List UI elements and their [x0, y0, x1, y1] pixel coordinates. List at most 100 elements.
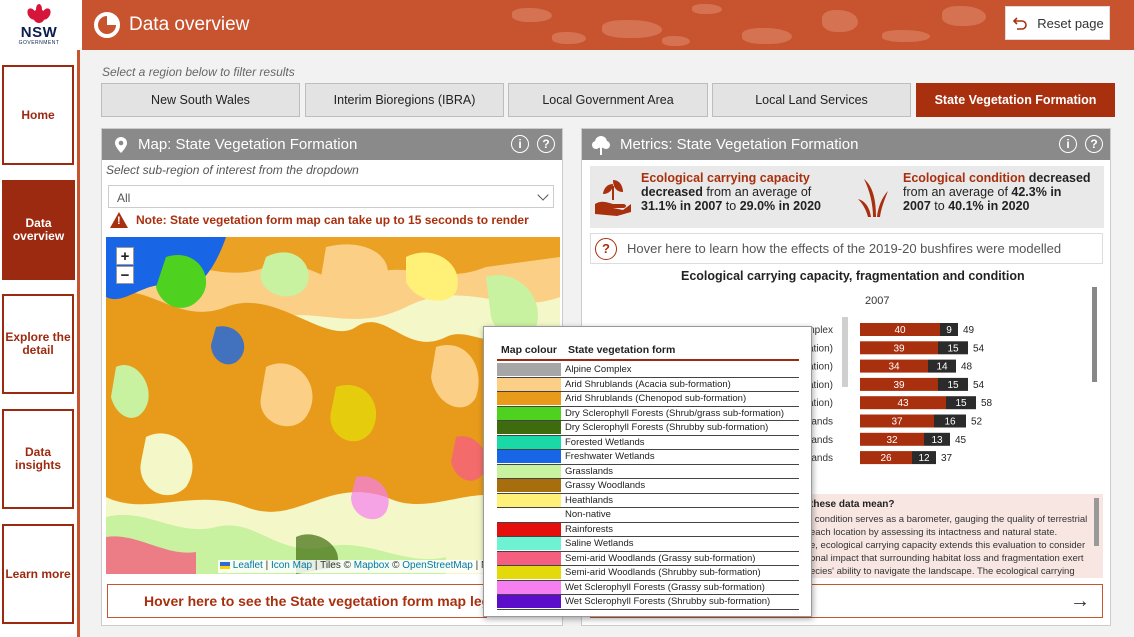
osm-link[interactable]: OpenStreetMap [402, 560, 473, 571]
legend-label: Grassy Woodlands [565, 480, 646, 492]
legend-hover-prompt[interactable]: Hover here to see the State vegetation f… [107, 584, 487, 618]
warning-text: Note: State vegetation form map can take… [136, 213, 529, 227]
page-title: Data overview [129, 14, 250, 35]
mapbox-link[interactable]: Mapbox [354, 560, 390, 571]
nav-learn-more[interactable]: Learn more [2, 524, 74, 624]
tab-local-land-services[interactable]: Local Land Services [712, 83, 911, 117]
bar-value-label: 34 [888, 362, 900, 373]
top-bar: NSW GOVERNMENT Data overview Reset page [0, 0, 1134, 50]
nav-data-insights[interactable]: Data insights [2, 409, 74, 509]
category-label: lands [809, 453, 833, 464]
legend-swatch [497, 508, 561, 522]
nav-explore-detail[interactable]: Explore the detail [2, 294, 74, 394]
bar-value-label: 26 [880, 453, 892, 464]
bar-value-label: 39 [893, 343, 905, 354]
arrow-right-icon: → [1070, 590, 1090, 612]
legend-label: Arid Shrublands (Chenopod sub-formation) [565, 393, 747, 405]
dropdown-value: All [117, 191, 131, 205]
bar-value-label: 16 [944, 417, 956, 428]
bushfire-info-prompt[interactable]: ? Hover here to learn how the effects of… [590, 233, 1103, 264]
legend-swatch [497, 450, 561, 464]
legend-label: Heathlands [565, 494, 614, 506]
legend-row: Semi-arid Woodlands (Shrubby sub-formati… [497, 566, 799, 581]
bar-value-label: 43 [897, 398, 909, 409]
capacity-heading: Ecological carrying capacity [641, 171, 810, 185]
legend-swatch [497, 580, 561, 594]
reset-page-button[interactable]: Reset page [1005, 6, 1110, 40]
legend-swatch [497, 479, 561, 493]
subregion-dropdown[interactable]: All [108, 185, 554, 208]
nav-label: Learn more [5, 566, 71, 581]
legend-row: Grassy Woodlands [497, 479, 799, 494]
legend-row: Dry Sclerophyll Forests (Shrubby sub-for… [497, 421, 799, 436]
tab-label: Local Government Area [542, 93, 674, 107]
legend-row: Alpine Complex [497, 363, 799, 378]
interp-line: l condition serves as a barometer, gaugi… [810, 514, 1088, 525]
condition-metric-text: Ecological condition decreased from an a… [903, 171, 1091, 213]
legend-label: Rainforests [565, 523, 614, 535]
chevron-down-icon [537, 189, 549, 201]
zoom-out-button[interactable]: − [116, 266, 134, 284]
interpretation-heading: these data mean? [810, 499, 895, 510]
legend-swatch [497, 464, 561, 478]
interp-line: ecies' ability to navigate the landscape… [810, 566, 1075, 577]
tab-lga[interactable]: Local Government Area [508, 83, 708, 117]
info-icon[interactable]: i [511, 135, 529, 153]
iconmap-link[interactable]: Icon Map [271, 560, 312, 571]
capacity-to: to [722, 199, 740, 213]
leaflet-link[interactable]: Leaflet [233, 560, 263, 571]
legend-label: Semi-arid Woodlands (Grassy sub-formatio… [565, 552, 756, 564]
legend-label: Freshwater Wetlands [565, 451, 655, 463]
legend-row: Forested Wetlands [497, 435, 799, 450]
map-legend-popup: Map colour State vegetation form Alpine … [483, 326, 812, 617]
bar-value-label: 37 [891, 417, 903, 428]
legend-row: Heathlands [497, 493, 799, 508]
legend-swatch [497, 435, 561, 449]
capacity-2007: 31.1% in 2007 [641, 199, 723, 213]
map-pin-icon [115, 136, 127, 153]
capacity-direction: decreased [641, 185, 703, 199]
interp-line: e, ecological carrying capacity extends … [810, 540, 1086, 551]
help-icon[interactable]: ? [537, 135, 555, 153]
nav-label: Data insights [14, 445, 61, 472]
legend-label: Wet Sclerophyll Forests (Grassy sub-form… [565, 581, 765, 593]
condition-from: from an average of [903, 185, 1012, 199]
condition-2007: 2007 [903, 199, 931, 213]
total-label: 54 [973, 343, 985, 354]
tab-state-vegetation-formation[interactable]: State Vegetation Formation [916, 83, 1115, 117]
tab-new-south-wales[interactable]: New South Wales [101, 83, 300, 117]
legend-header: Map colour State vegetation form [497, 340, 799, 361]
condition-2020: 40.1% in 2020 [948, 199, 1030, 213]
bar-value-label: 32 [886, 435, 898, 446]
help-icon[interactable]: ? [1085, 135, 1103, 153]
legend-label: Wet Sclerophyll Forests (Shrubby sub-for… [565, 596, 771, 608]
map-panel-header: Map: State Vegetation Formation i ? [102, 129, 562, 160]
attribution-tiles: | Tiles © [312, 560, 354, 571]
legend-col-form: State vegetation form [568, 343, 676, 356]
legend-swatch [497, 377, 561, 391]
bar-value-label: 13 [931, 435, 943, 446]
zoom-in-button[interactable]: + [116, 247, 134, 265]
bar-value-label: 14 [936, 362, 948, 373]
legend-row: Wet Sclerophyll Forests (Grassy sub-form… [497, 580, 799, 595]
attribution-sep: | [262, 560, 271, 571]
nav-data-overview[interactable]: Data overview [2, 180, 75, 280]
interpretation-scrollbar[interactable] [1094, 498, 1099, 546]
legend-label: Saline Wetlands [565, 538, 634, 550]
tab-ibra[interactable]: Interim Bioregions (IBRA) [305, 83, 504, 117]
bar-value-label: 9 [946, 325, 952, 336]
legend-swatch [497, 421, 561, 435]
bar-value-label: 40 [894, 325, 906, 336]
legend-hover-text: Hover here to see the State vegetation f… [144, 593, 487, 609]
total-label: 58 [981, 398, 993, 409]
condition-direction: decreased [1025, 171, 1091, 185]
legend-label: Alpine Complex [565, 364, 632, 376]
legend-row: Arid Shrublands (Chenopod sub-formation) [497, 392, 799, 407]
interpretation-text: l condition serves as a barometer, gaugi… [810, 513, 1087, 578]
legend-row: Arid Shrublands (Acacia sub-formation) [497, 377, 799, 392]
chart-scrollbar[interactable] [1092, 287, 1097, 382]
metrics-panel-title: Metrics: State Vegetation Formation [620, 136, 859, 153]
nav-home[interactable]: Home [2, 65, 74, 165]
info-icon[interactable]: i [1059, 135, 1077, 153]
tab-label: Local Land Services [755, 93, 868, 107]
